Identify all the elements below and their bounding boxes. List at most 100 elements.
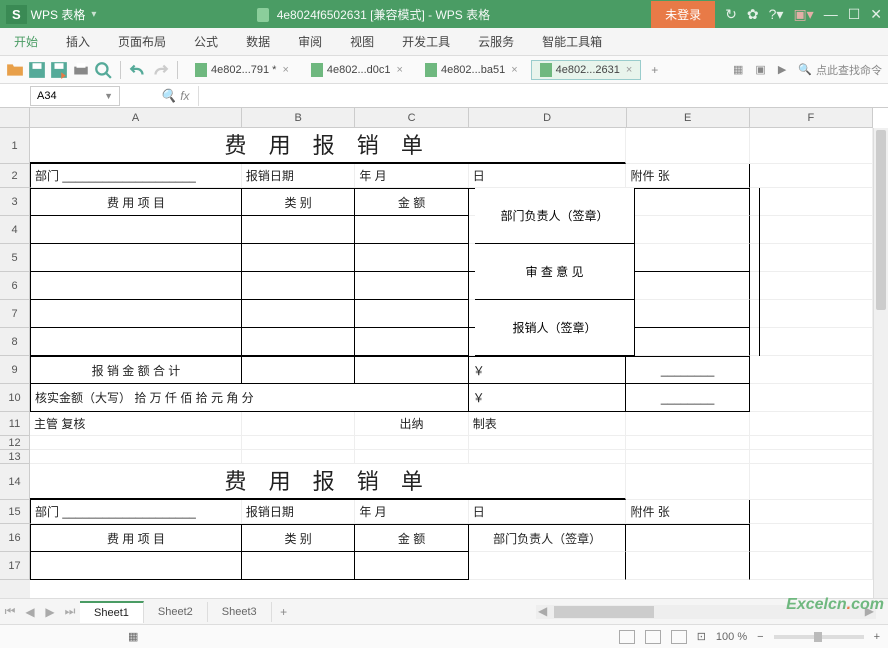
row-header[interactable]: 12 bbox=[0, 436, 30, 450]
cell[interactable] bbox=[750, 188, 873, 216]
cell[interactable]: 部门 ____________________ bbox=[30, 500, 242, 524]
row-header[interactable]: 11 bbox=[0, 412, 30, 436]
cell[interactable] bbox=[750, 384, 873, 412]
sheet-tab-1[interactable]: Sheet1 bbox=[80, 601, 144, 623]
cell[interactable] bbox=[750, 552, 873, 580]
merged-cell[interactable] bbox=[635, 188, 760, 356]
tab-close-icon[interactable]: × bbox=[511, 64, 517, 76]
cell[interactable]: 类 别 bbox=[242, 524, 355, 552]
row-header[interactable]: 8 bbox=[0, 328, 30, 356]
tool-icon[interactable]: ▣ bbox=[755, 63, 765, 76]
doc-tab-2[interactable]: 4e802...ba51× bbox=[416, 60, 527, 80]
vertical-scrollbar[interactable] bbox=[873, 128, 888, 598]
cell[interactable] bbox=[750, 328, 873, 356]
zoom-in-button[interactable]: + bbox=[874, 631, 880, 643]
cell[interactable]: ________ bbox=[626, 384, 749, 412]
menu-data[interactable]: 数据 bbox=[232, 33, 284, 50]
cell[interactable]: 年 月 bbox=[355, 164, 468, 188]
dropdown-icon[interactable]: ▼ bbox=[104, 91, 113, 101]
search-icon[interactable]: 🔍 bbox=[798, 63, 812, 76]
cell[interactable] bbox=[30, 552, 242, 580]
menu-cloud[interactable]: 云服务 bbox=[464, 33, 528, 50]
cell[interactable] bbox=[626, 524, 749, 552]
cell[interactable] bbox=[469, 436, 627, 450]
view-layout-icon[interactable] bbox=[645, 630, 661, 644]
settings-icon[interactable]: ✿ bbox=[747, 6, 759, 23]
cell[interactable] bbox=[242, 272, 355, 300]
cell[interactable] bbox=[242, 552, 355, 580]
cell[interactable] bbox=[355, 272, 468, 300]
cell[interactable]: 出纳 bbox=[355, 412, 468, 436]
tab-nav-last[interactable]: ⏭ bbox=[60, 604, 80, 619]
menu-aitools[interactable]: 智能工具箱 bbox=[528, 33, 616, 50]
fx-label[interactable]: fx bbox=[180, 89, 189, 103]
view-normal-icon[interactable] bbox=[619, 630, 635, 644]
cell[interactable]: 金 额 bbox=[355, 524, 468, 552]
sheet-tab-2[interactable]: Sheet2 bbox=[144, 602, 208, 622]
close-button[interactable]: ✕ bbox=[870, 6, 882, 23]
cell[interactable] bbox=[30, 216, 242, 244]
cell[interactable] bbox=[750, 128, 873, 164]
column-header[interactable]: F bbox=[750, 108, 873, 128]
tool-icon[interactable]: ▶ bbox=[778, 63, 786, 76]
doc-tab-3[interactable]: 4e802...2631× bbox=[531, 60, 642, 80]
maximize-button[interactable]: ☐ bbox=[848, 6, 861, 23]
redo-icon[interactable] bbox=[151, 61, 169, 79]
cell[interactable] bbox=[750, 244, 873, 272]
cell[interactable] bbox=[626, 450, 749, 464]
row-header[interactable]: 10 bbox=[0, 384, 30, 412]
tab-nav-prev[interactable]: ◀ bbox=[20, 605, 40, 619]
cell[interactable]: 年 月 bbox=[355, 500, 468, 524]
cell[interactable] bbox=[355, 436, 468, 450]
row-header[interactable]: 6 bbox=[0, 272, 30, 300]
cell[interactable]: 附件 张 bbox=[626, 164, 749, 188]
tab-nav-first[interactable]: ⏮ bbox=[0, 604, 20, 619]
row-header[interactable]: 13 bbox=[0, 450, 30, 464]
print-icon[interactable] bbox=[72, 61, 90, 79]
cell[interactable] bbox=[750, 272, 873, 300]
zoom-out-button[interactable]: − bbox=[757, 631, 763, 643]
cell[interactable] bbox=[626, 552, 749, 580]
cell[interactable]: 部门 ____________________ bbox=[30, 164, 242, 188]
cell[interactable] bbox=[626, 436, 749, 450]
cell[interactable] bbox=[750, 412, 873, 436]
column-header[interactable]: D bbox=[469, 108, 627, 128]
row-header[interactable]: 7 bbox=[0, 300, 30, 328]
cell[interactable]: ￥ bbox=[469, 384, 627, 412]
select-all-corner[interactable] bbox=[0, 108, 30, 128]
cells-area[interactable]: 费 用 报 销 单部门 ____________________报销日期 年 月… bbox=[30, 128, 873, 598]
cell[interactable] bbox=[242, 412, 355, 436]
cell[interactable] bbox=[355, 328, 468, 356]
preview-icon[interactable] bbox=[94, 61, 112, 79]
cell[interactable] bbox=[750, 436, 873, 450]
cell[interactable] bbox=[355, 244, 468, 272]
cell[interactable] bbox=[750, 464, 873, 500]
cell[interactable] bbox=[626, 412, 749, 436]
column-header[interactable]: B bbox=[242, 108, 355, 128]
cell[interactable] bbox=[750, 300, 873, 328]
save-icon[interactable] bbox=[28, 61, 46, 79]
cell[interactable] bbox=[30, 244, 242, 272]
cell[interactable] bbox=[355, 552, 468, 580]
cell[interactable]: 类 别 bbox=[242, 188, 355, 216]
cell[interactable] bbox=[30, 300, 242, 328]
cell[interactable] bbox=[469, 450, 627, 464]
tab-close-icon[interactable]: × bbox=[282, 64, 288, 76]
tool-icon[interactable]: ▦ bbox=[733, 63, 743, 76]
add-sheet-button[interactable]: + bbox=[272, 605, 296, 619]
cell[interactable] bbox=[750, 164, 873, 188]
row-header[interactable]: 2 bbox=[0, 164, 30, 188]
cell[interactable] bbox=[242, 300, 355, 328]
merged-cell[interactable]: 报销人（签章） bbox=[475, 300, 635, 356]
cell[interactable]: 核实金额（大写） 拾 万 仟 佰 拾 元 角 分 bbox=[30, 384, 469, 412]
fx-search-icon[interactable]: 🔍 bbox=[160, 88, 176, 104]
cell[interactable] bbox=[355, 356, 468, 384]
row-header[interactable]: 1 bbox=[0, 128, 30, 164]
column-header[interactable]: C bbox=[355, 108, 468, 128]
row-header[interactable]: 3 bbox=[0, 188, 30, 216]
cell[interactable] bbox=[626, 464, 749, 500]
reading-mode-icon[interactable]: ⊡ bbox=[697, 630, 706, 643]
undo-icon[interactable] bbox=[129, 61, 147, 79]
row-header[interactable]: 15 bbox=[0, 500, 30, 524]
row-header[interactable]: 9 bbox=[0, 356, 30, 384]
